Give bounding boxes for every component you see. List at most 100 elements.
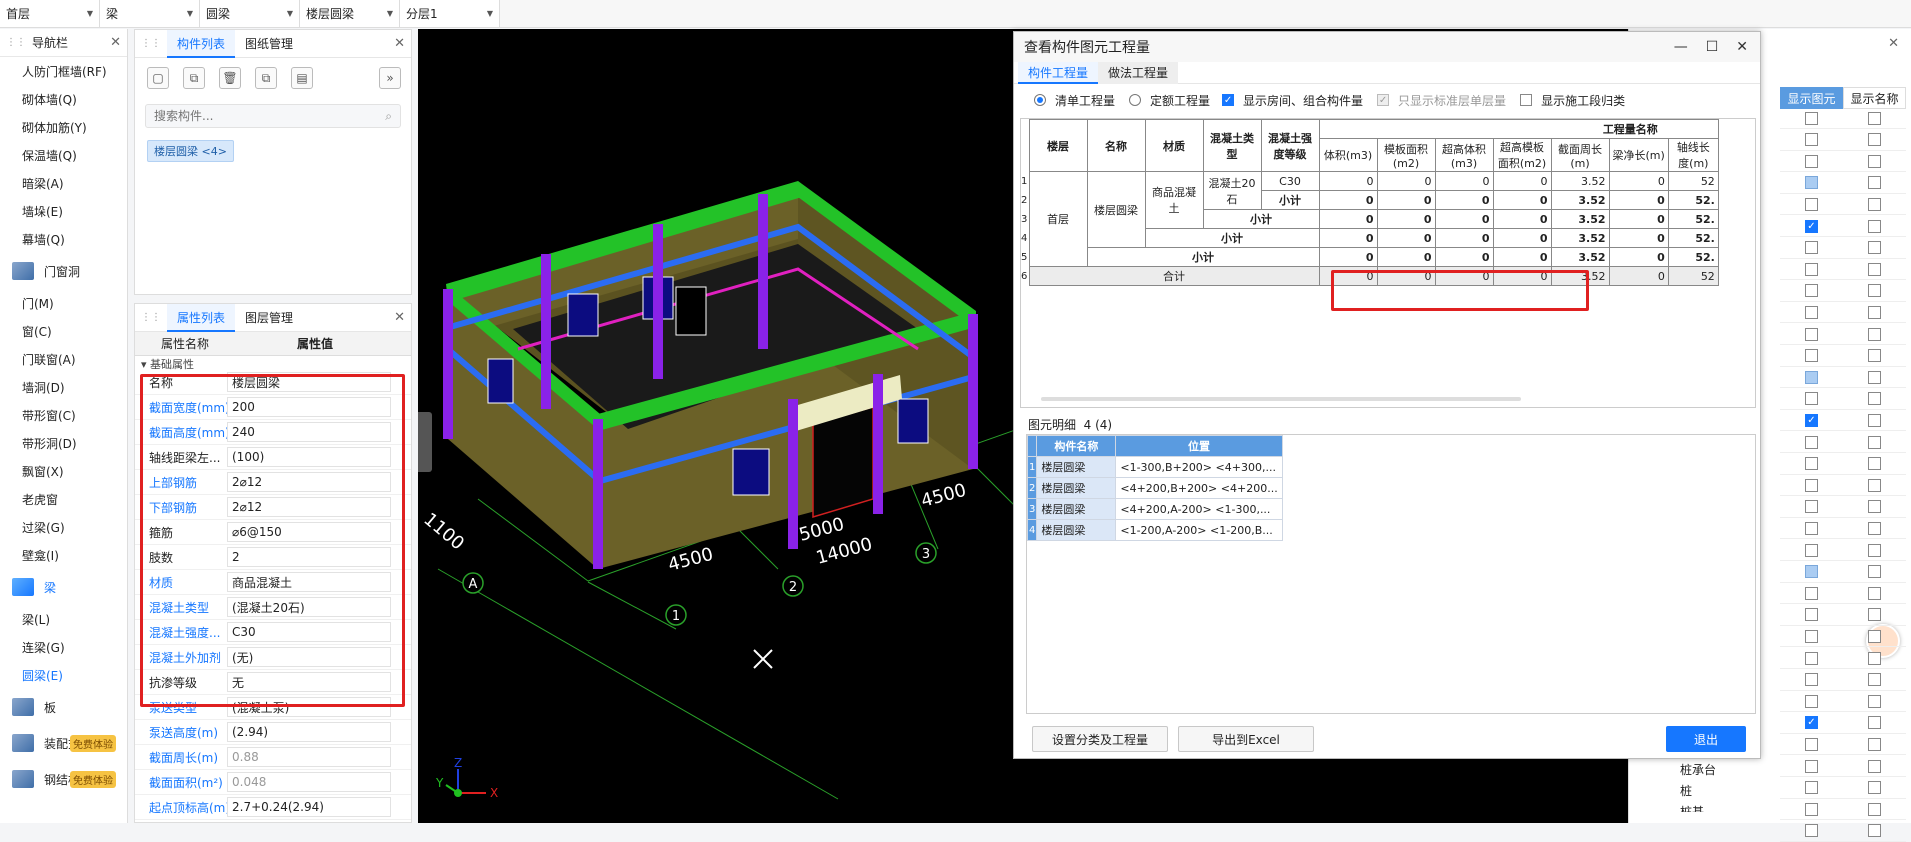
- delete-icon[interactable]: 🗑: [219, 67, 241, 89]
- nav-item[interactable]: 暗梁(A): [0, 169, 127, 197]
- component-chip[interactable]: 楼层圆梁 <4>: [147, 140, 234, 162]
- copy-icon[interactable]: ⧉: [183, 67, 205, 89]
- property-value[interactable]: 2.7+0.24(2.94): [227, 797, 391, 817]
- checkbox-icon[interactable]: [1868, 716, 1881, 730]
- layer-select[interactable]: 分层1 ▼: [400, 0, 500, 27]
- checkbox-icon[interactable]: ✓: [1805, 219, 1818, 233]
- tab-component-quantity[interactable]: 构件工程量: [1018, 61, 1099, 84]
- checkbox-icon[interactable]: [1868, 262, 1881, 276]
- checkbox-icon[interactable]: [1805, 629, 1818, 643]
- checkbox-icon[interactable]: [1868, 673, 1881, 687]
- nav-category-beam[interactable]: 梁: [0, 569, 127, 605]
- grip-icon[interactable]: ⋮⋮: [6, 37, 26, 48]
- checkbox-icon[interactable]: [1868, 413, 1881, 427]
- checkbox-icon[interactable]: [1868, 435, 1881, 449]
- table-row[interactable]: 5 小计 0 0 0 0 3.52 0 52.: [1021, 247, 1719, 267]
- nav-category-prefab[interactable]: 装配式 免费体验: [0, 725, 127, 761]
- new-component-icon[interactable]: ▢: [147, 67, 169, 89]
- checkbox-icon[interactable]: [1868, 111, 1881, 125]
- checkbox-icon[interactable]: [1805, 305, 1818, 319]
- group-basic[interactable]: ▾ 基础属性: [135, 356, 411, 370]
- nav-item[interactable]: 连梁(G): [0, 633, 127, 661]
- subtype-select[interactable]: 圆梁 ▼: [200, 0, 300, 27]
- tab-component-list[interactable]: 构件列表: [167, 29, 236, 58]
- layer-copy-icon[interactable]: ▤: [291, 67, 313, 89]
- grip-icon[interactable]: ⋮⋮: [141, 312, 161, 323]
- detail-row[interactable]: 2 楼层圆梁 <4+200,B+200> <4+200...: [1026, 477, 1283, 499]
- nav-item[interactable]: 壁龛(I): [0, 541, 127, 569]
- checkbox-show-room[interactable]: ✓: [1222, 94, 1235, 106]
- detail-row[interactable]: 4 楼层圆梁 <1-200,A-200> <1-200,B...: [1026, 519, 1283, 541]
- checkbox-icon[interactable]: [1805, 802, 1818, 816]
- checkbox-icon[interactable]: [1805, 197, 1818, 211]
- checkbox-icon[interactable]: [1868, 651, 1881, 665]
- nav-category-steel[interactable]: 钢结构 免费体验: [0, 761, 127, 797]
- duplicate-icon[interactable]: ⧉: [255, 67, 277, 89]
- checkbox-icon[interactable]: [1805, 392, 1818, 406]
- radio-bill[interactable]: [1034, 94, 1046, 106]
- nav-item[interactable]: 砌体加筋(Y): [0, 113, 127, 141]
- maximize-icon[interactable]: ☐: [1706, 39, 1719, 55]
- property-row[interactable]: 截面周长(m) 0.88: [135, 745, 411, 770]
- nav-item[interactable]: 过梁(G): [0, 513, 127, 541]
- checkbox-icon[interactable]: [1868, 608, 1881, 622]
- checkbox-icon[interactable]: [1868, 824, 1881, 838]
- checkbox-icon[interactable]: [1805, 824, 1818, 838]
- checkbox-icon[interactable]: [1805, 759, 1818, 773]
- nav-item[interactable]: 人防门框墙(RF): [0, 57, 127, 85]
- nav-item[interactable]: 飘窗(X): [0, 457, 127, 485]
- checkbox-icon[interactable]: [1868, 478, 1881, 492]
- checkbox-icon[interactable]: [1805, 133, 1818, 147]
- nav-item[interactable]: 幕墙(Q): [0, 225, 127, 253]
- nav-item[interactable]: 圆梁(E): [0, 661, 127, 689]
- checkbox-icon[interactable]: [1868, 500, 1881, 514]
- component-search[interactable]: ⌕: [145, 104, 401, 128]
- nav-item[interactable]: 门(M): [0, 289, 127, 317]
- nav-item[interactable]: 砌体墙(Q): [0, 85, 127, 113]
- nav-item[interactable]: 保温墙(Q): [0, 141, 127, 169]
- checkbox-icon[interactable]: [1868, 154, 1881, 168]
- checkbox-icon[interactable]: [1868, 370, 1881, 384]
- checkbox-icon[interactable]: [1868, 284, 1881, 298]
- checkbox-icon[interactable]: [1805, 543, 1818, 557]
- checkbox-icon[interactable]: [1805, 565, 1818, 579]
- checkbox-icon[interactable]: [1805, 457, 1818, 471]
- tree-item[interactable]: 桩: [1640, 781, 1780, 802]
- nav-item[interactable]: 带形窗(C): [0, 401, 127, 429]
- checkbox-icon[interactable]: [1805, 737, 1818, 751]
- checkbox-icon[interactable]: [1868, 802, 1881, 816]
- checkbox-icon[interactable]: [1805, 651, 1818, 665]
- checkbox-icon[interactable]: [1805, 349, 1818, 363]
- property-row[interactable]: 起点顶标高(m) 2.7+0.24(2.94): [135, 795, 411, 820]
- nav-item[interactable]: 窗(C): [0, 317, 127, 345]
- checkbox-icon[interactable]: [1805, 478, 1818, 492]
- detail-row[interactable]: 1 楼层圆梁 <1-300,B+200> <4+300,...: [1026, 456, 1283, 478]
- checkbox-icon[interactable]: [1868, 759, 1881, 773]
- horizontal-scrollbar[interactable]: [1041, 397, 1521, 401]
- checkbox-icon[interactable]: [1868, 133, 1881, 147]
- checkbox-icon[interactable]: [1868, 737, 1881, 751]
- checkbox-icon[interactable]: [1868, 349, 1881, 363]
- checkbox-icon[interactable]: [1805, 673, 1818, 687]
- checkbox-icon[interactable]: ✓: [1805, 716, 1818, 730]
- more-icon[interactable]: »: [379, 67, 401, 89]
- checkbox-icon[interactable]: [1805, 241, 1818, 255]
- close-icon[interactable]: ✕: [394, 310, 405, 325]
- settings-button[interactable]: 设置分类及工程量: [1032, 726, 1168, 752]
- tab-layer-management[interactable]: 图层管理: [235, 304, 303, 332]
- checkbox-icon[interactable]: [1805, 500, 1818, 514]
- checkbox-icon[interactable]: [1868, 694, 1881, 708]
- checkbox-icon[interactable]: [1868, 305, 1881, 319]
- checkbox-icon[interactable]: [1868, 241, 1881, 255]
- checkbox-icon[interactable]: [1805, 694, 1818, 708]
- checkbox-icon[interactable]: [1868, 176, 1881, 190]
- checkbox-icon[interactable]: [1805, 435, 1818, 449]
- checkbox-icon[interactable]: [1805, 370, 1818, 384]
- table-row[interactable]: 1 首层 楼层圆梁 商品混凝土 混凝土20石 C30 0 0 0 0 3.52 0 52: [1021, 171, 1719, 267]
- checkbox-icon[interactable]: [1805, 327, 1818, 341]
- nav-item[interactable]: 墙洞(D): [0, 373, 127, 401]
- checkbox-icon[interactable]: [1868, 219, 1881, 233]
- checkbox-icon[interactable]: [1805, 781, 1818, 795]
- checkbox-icon[interactable]: [1868, 392, 1881, 406]
- property-value[interactable]: 0.88: [227, 747, 391, 767]
